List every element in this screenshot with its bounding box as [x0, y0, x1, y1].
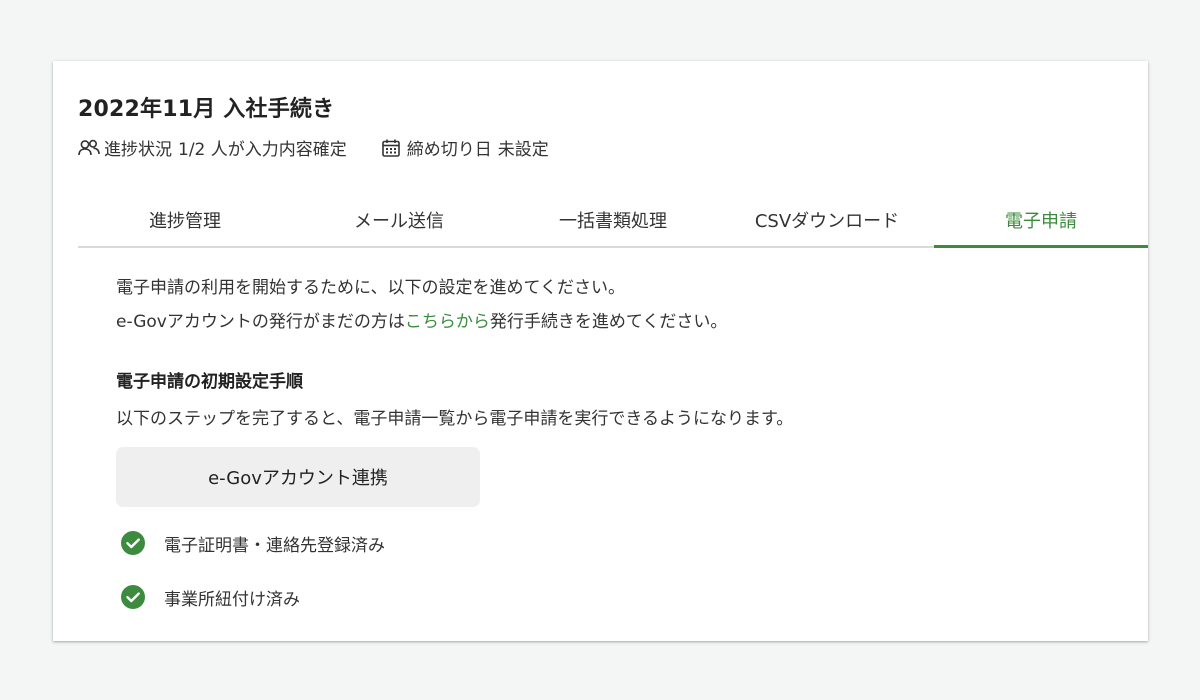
checklist-item-label: 電子証明書・連絡先登録済み: [164, 535, 385, 556]
progress-label: 進捗状況: [104, 140, 172, 160]
progress-value: 1/2 人が入力内容確定: [178, 140, 347, 160]
people-icon: [78, 138, 102, 158]
procedure-card: 2022年11月 入社手続き 進捗状況 1/2 人が入力内容確定 締め切り日 未…: [53, 61, 1148, 641]
check-circle-icon: [120, 584, 146, 610]
tab-progress[interactable]: 進捗管理: [78, 204, 292, 246]
deadline-label: 締め切り日: [406, 140, 492, 160]
checklist-item: 事業所紐付け済み: [120, 582, 1096, 612]
tab-e-application[interactable]: 電子申請: [934, 204, 1148, 248]
summary-meta: 進捗状況 1/2 人が入力内容確定 締め切り日 未設定: [78, 135, 549, 160]
tab-bar: 進捗管理 メール送信 一括書類処理 CSVダウンロード 電子申請: [78, 204, 1148, 248]
setup-checklist: 電子証明書・連絡先登録済み 事業所紐付け済み: [116, 528, 1096, 612]
calendar-icon: [381, 138, 405, 158]
e-application-panel: 電子申請の利用を開始するために、以下の設定を進めてください。 e-Govアカウン…: [116, 271, 1096, 612]
egov-account-link[interactable]: こちらから: [405, 312, 490, 332]
checklist-item: 電子証明書・連絡先登録済み: [120, 528, 1096, 558]
deadline: 締め切り日 未設定: [381, 135, 549, 160]
intro-text-line1: 電子申請の利用を開始するために、以下の設定を進めてください。: [116, 278, 625, 298]
progress-status: 進捗状況 1/2 人が入力内容確定: [78, 135, 347, 160]
intro-text-suffix: 発行手続きを進めてください。: [489, 312, 728, 332]
intro-text-prefix: e-Govアカウントの発行がまだの方は: [116, 312, 405, 332]
setup-section-title: 電子申請の初期設定手順: [116, 372, 303, 392]
tab-bulk-documents[interactable]: 一括書類処理: [506, 204, 720, 246]
egov-account-link-button[interactable]: e-Govアカウント連携: [116, 447, 480, 507]
intro-text-line2: e-Govアカウントの発行がまだの方はこちらから発行手続きを進めてください。: [116, 305, 1096, 339]
setup-section-description: 以下のステップを完了すると、電子申請一覧から電子申請を実行できるようになります。: [116, 409, 794, 429]
check-circle-icon: [120, 530, 146, 556]
checklist-item-label: 事業所紐付け済み: [164, 589, 300, 610]
tab-email[interactable]: メール送信: [292, 204, 506, 246]
deadline-value: 未設定: [497, 140, 549, 160]
page-title: 2022年11月 入社手続き: [78, 97, 335, 122]
tab-csv-download[interactable]: CSVダウンロード: [720, 204, 934, 246]
